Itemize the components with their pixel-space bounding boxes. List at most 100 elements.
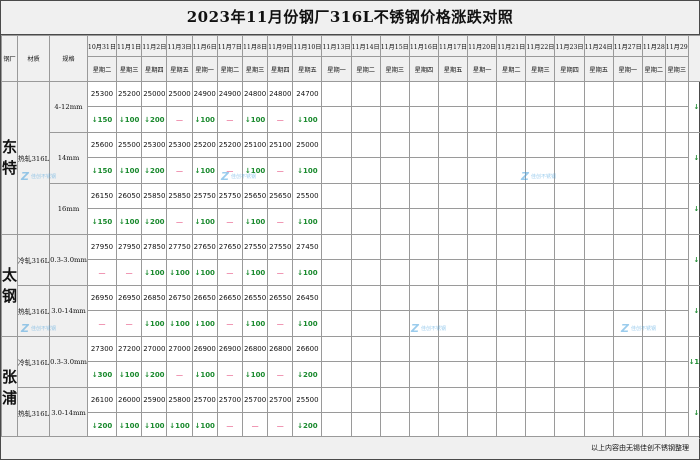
- empty-cell: [467, 387, 498, 413]
- empty-cell: [379, 81, 410, 107]
- empty-cell: [612, 285, 643, 311]
- empty-cell: [554, 259, 585, 286]
- empty-cell: [496, 183, 527, 209]
- price-cell: 25800: [166, 387, 193, 413]
- change-cell: ↓200: [141, 208, 168, 235]
- watermark-logo-icon: Z: [21, 169, 29, 183]
- price-cell: 26050: [116, 183, 143, 209]
- empty-cell: [496, 412, 527, 439]
- header-date-row: 钢厂 材质 规格 10月31日 11月1日 11月2日 11月3日 11月6日 11月7日 11月…: [0, 35, 700, 82]
- watermark-logo-icon: Z: [521, 169, 529, 183]
- month-change-cell: ↓750: [687, 81, 700, 133]
- price-cell: 26800: [241, 336, 269, 362]
- change-row: — — ↓100 ↓100 ↓100— ↓100— ↓100: [2, 310, 700, 337]
- empty-cell: [525, 310, 556, 337]
- price-cell: 25100: [241, 132, 269, 158]
- price-cell: 24700: [292, 81, 323, 107]
- empty-cell: [321, 387, 352, 413]
- empty-cell: [583, 183, 614, 209]
- empty-cell: [496, 336, 527, 362]
- empty-cell: [554, 106, 585, 133]
- change-cell: ↓100: [241, 361, 269, 388]
- price-cell: 26850: [141, 285, 168, 311]
- empty-cell: [467, 208, 498, 235]
- header-date: 11月10日: [292, 35, 323, 57]
- change-cell: —: [216, 412, 243, 439]
- empty-cell: [612, 81, 643, 107]
- change-cell: ↓150: [86, 157, 118, 184]
- price-cell: 25700: [267, 387, 294, 413]
- empty-cell: [496, 132, 527, 158]
- header-date: 11月20日: [467, 35, 498, 57]
- price-row: 热轧316L 3.0-14mm 26100 26000 25900 25800 25700 2…: [2, 387, 700, 439]
- price-cell: 27750: [166, 234, 193, 260]
- empty-cell: [467, 412, 498, 439]
- change-cell: ↓100: [292, 157, 323, 184]
- empty-cell: [350, 132, 381, 158]
- price-cell: 26550: [267, 285, 294, 311]
- header-date: 11月21日: [496, 35, 527, 57]
- empty-cell: [641, 259, 666, 286]
- empty-cell: [525, 259, 556, 286]
- empty-cell: [408, 336, 439, 362]
- empty-cell: [664, 157, 689, 184]
- empty-cell: [554, 234, 585, 260]
- empty-cell: [583, 387, 614, 413]
- price-cell: 25650: [241, 183, 269, 209]
- price-cell: 26150: [86, 183, 118, 209]
- header-date: 11月6日: [191, 35, 218, 57]
- watermark-text: 佳创不锈钢: [30, 325, 56, 332]
- empty-cell: [350, 336, 381, 362]
- price-cell: 25300: [166, 132, 193, 158]
- price-cell: 25000: [166, 81, 193, 107]
- month-change-cell: ↓800: [687, 387, 700, 439]
- empty-cell: [437, 132, 469, 158]
- empty-cell: [496, 285, 527, 311]
- change-cell: ↓100: [191, 208, 218, 235]
- price-cell: 25500: [116, 132, 143, 158]
- header-weekday: 星期二: [350, 56, 381, 82]
- price-row: 14mm 25600 25500 25300 25300 25200 25200 25100 2…: [2, 132, 700, 184]
- change-cell: —: [216, 259, 243, 286]
- change-cell: —: [216, 310, 243, 337]
- empty-cell: [496, 106, 527, 133]
- header-date: 10月31日: [86, 35, 118, 57]
- empty-cell: [583, 336, 614, 362]
- month-change-cell: ↓750: [687, 183, 700, 235]
- change-cell: ↓150: [86, 106, 118, 133]
- header-weekday: 星期四: [554, 56, 585, 82]
- empty-cell: [664, 132, 689, 158]
- empty-cell: [664, 208, 689, 235]
- price-cell: 25700: [216, 387, 243, 413]
- empty-cell: [467, 183, 498, 209]
- price-cell: 26950: [86, 285, 118, 311]
- watermark-text: 佳创不锈钢: [30, 173, 56, 180]
- price-cell: 27950: [116, 234, 143, 260]
- empty-cell: [612, 183, 643, 209]
- change-cell: ↓200: [86, 412, 118, 439]
- price-cell: 25650: [267, 183, 294, 209]
- month-change-cell: ↓1000: [687, 336, 700, 388]
- change-row: ↓200 ↓100 ↓100 ↓100 ↓100— — — ↓200: [2, 412, 700, 439]
- empty-cell: [554, 81, 585, 107]
- change-cell: ↓100: [241, 106, 269, 133]
- empty-cell: [525, 387, 556, 413]
- price-cell: 25500: [292, 387, 323, 413]
- change-cell: ↓100: [191, 361, 218, 388]
- header-date: 11月24日: [583, 35, 614, 57]
- empty-cell: [554, 310, 585, 337]
- price-row: 16mm 26150 26050 25850 25850 25750 25750 25650 2…: [2, 183, 700, 235]
- header-date: 11月2日: [141, 35, 168, 57]
- change-cell: ↓100: [292, 259, 323, 286]
- footer-note: 以上内容由无锡佳创不锈钢整理: [1, 436, 699, 459]
- empty-cell: [641, 106, 666, 133]
- price-cell: 25000: [292, 132, 323, 158]
- change-cell: —: [166, 106, 193, 133]
- empty-cell: [467, 81, 498, 107]
- price-cell: 25850: [166, 183, 193, 209]
- watermark-text: 佳创不锈钢: [230, 173, 256, 180]
- price-cell: 27550: [267, 234, 294, 260]
- price-cell: 24800: [267, 81, 294, 107]
- empty-cell: [321, 183, 352, 209]
- change-cell: —: [267, 259, 294, 286]
